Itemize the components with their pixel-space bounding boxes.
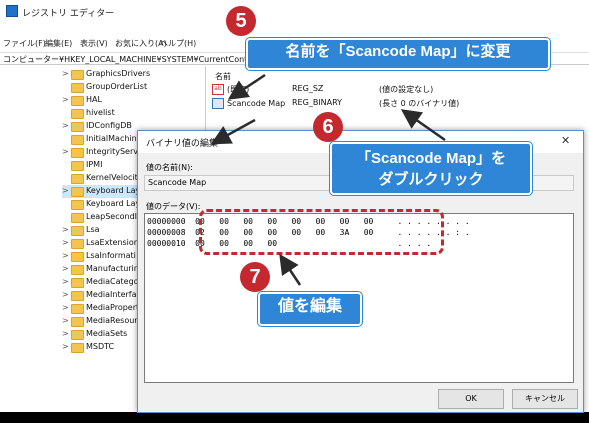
step-6-line2: ダブルクリック	[378, 171, 484, 188]
step-6-callout: 「Scancode Map」を ダブルクリック	[330, 142, 532, 195]
arrow-to-dialog	[210, 118, 256, 145]
step-6-badge: 6	[313, 112, 343, 142]
arrow-to-hex	[279, 253, 302, 286]
arrow-to-data	[400, 109, 446, 142]
step-6-line1: 「Scancode Map」を	[355, 150, 507, 167]
step-7-callout: 値を編集	[258, 292, 362, 326]
step-5-badge: 5	[226, 6, 256, 36]
arrow-to-name	[227, 73, 266, 100]
step-5-callout: 名前を「Scancode Map」に変更	[246, 38, 550, 70]
step-7-badge: 7	[240, 262, 270, 292]
